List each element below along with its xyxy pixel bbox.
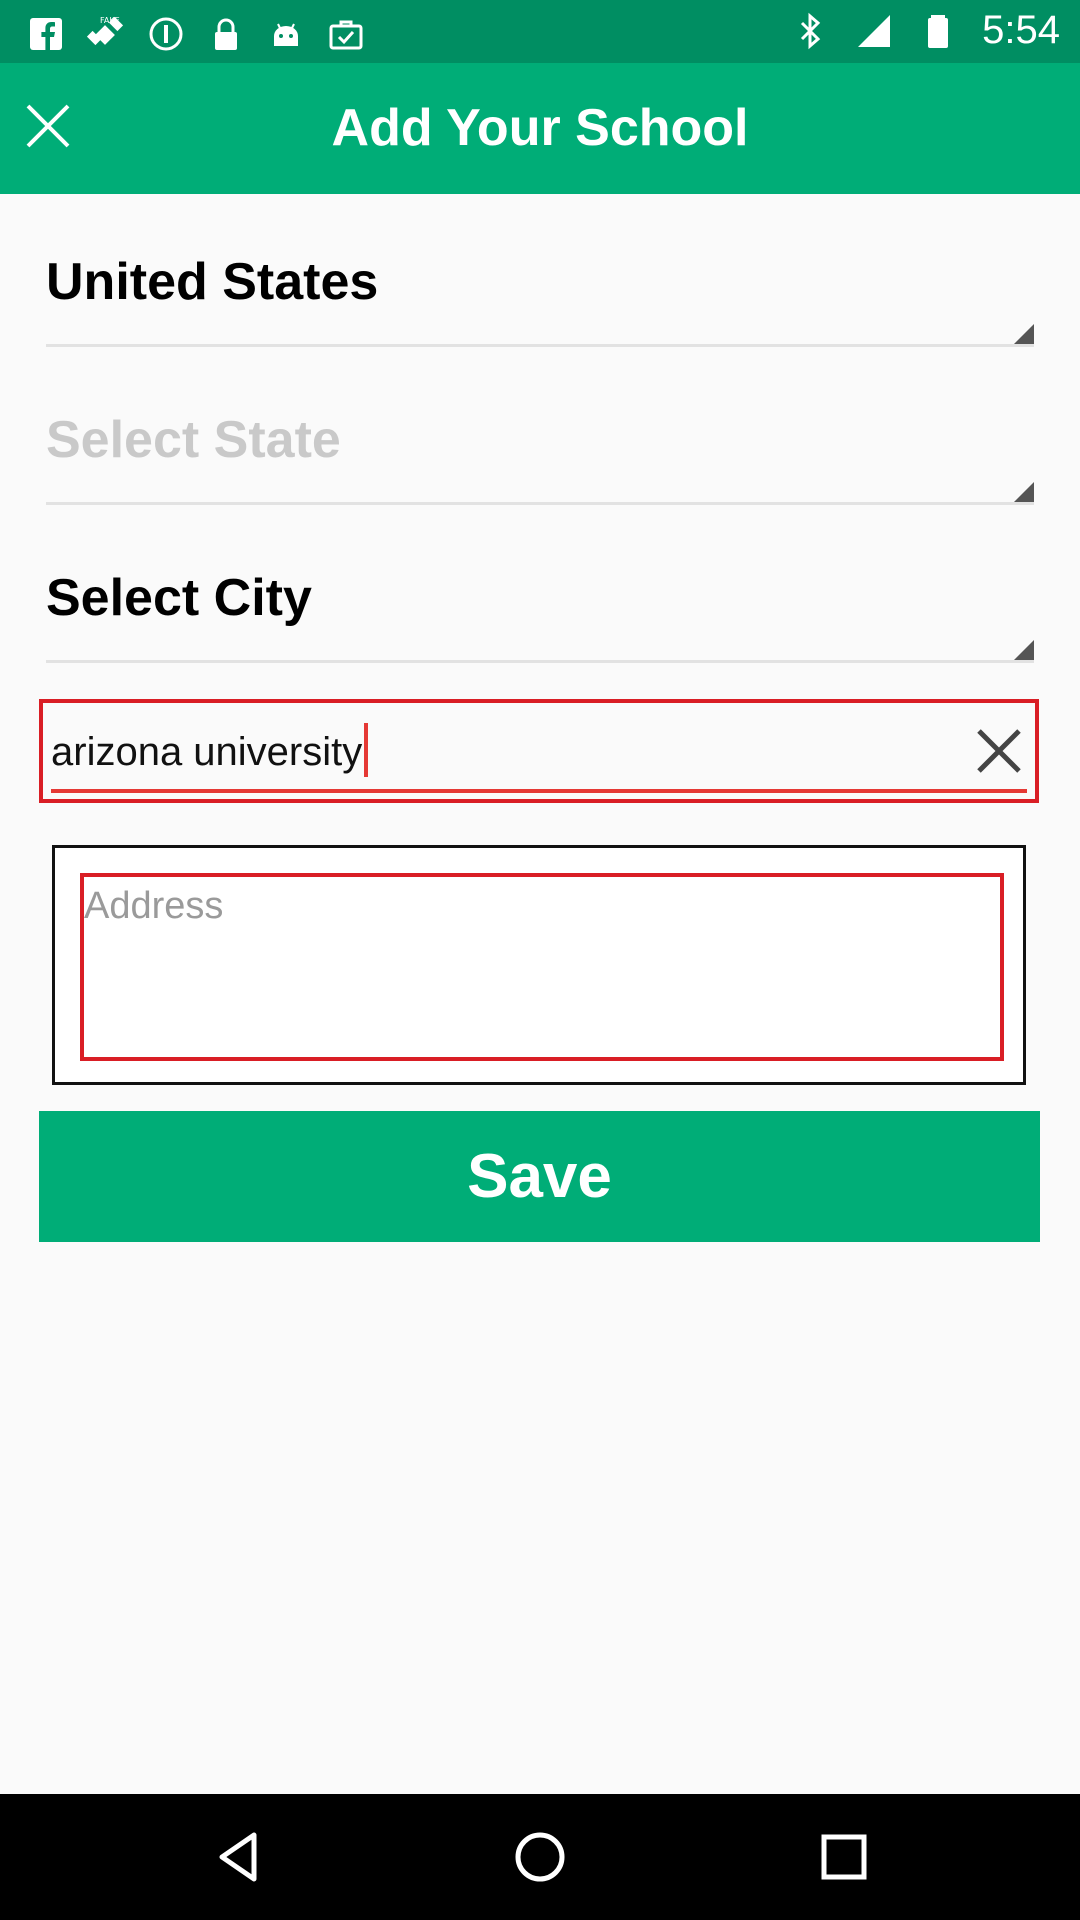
info-circle-icon	[146, 14, 186, 54]
city-spinner[interactable]: Select City	[46, 530, 1034, 663]
system-nav-bar	[0, 1794, 1080, 1920]
home-circle-icon	[515, 1832, 565, 1882]
app-bar: Add Your School	[0, 63, 1080, 194]
status-bar: FAKE 5:54	[0, 0, 1080, 63]
home-button[interactable]	[510, 1827, 570, 1887]
fake-gps-icon: FAKE	[86, 14, 126, 54]
country-spinner[interactable]: United States	[46, 214, 1034, 347]
school-name-value: arizona university	[51, 730, 363, 774]
address-box: Address	[52, 845, 1026, 1085]
page-title: Add Your School	[331, 99, 749, 157]
facebook-icon	[26, 14, 66, 54]
close-icon	[26, 104, 70, 148]
close-button[interactable]	[22, 100, 74, 152]
address-input[interactable]: Address	[80, 873, 1004, 1061]
address-placeholder: Address	[84, 885, 224, 927]
recents-square-icon	[821, 1834, 867, 1880]
city-value: Select City	[46, 569, 312, 627]
state-placeholder: Select State	[46, 411, 341, 469]
close-icon	[977, 729, 1021, 773]
bluetooth-icon	[790, 11, 830, 51]
input-underline	[51, 789, 1027, 793]
status-time: 5:54	[982, 8, 1060, 52]
android-icon	[266, 14, 306, 54]
lock-icon	[206, 14, 246, 54]
state-spinner[interactable]: Select State	[46, 372, 1034, 505]
recents-button[interactable]	[814, 1827, 874, 1887]
country-value: United States	[46, 253, 379, 311]
dropdown-arrow-icon	[1014, 640, 1034, 660]
svg-text:FAKE: FAKE	[100, 16, 120, 25]
back-triangle-icon	[219, 1832, 257, 1882]
school-search-field: arizona university	[39, 699, 1039, 803]
dropdown-arrow-icon	[1014, 324, 1034, 344]
signal-icon	[854, 11, 894, 51]
battery-icon	[918, 11, 958, 51]
back-button[interactable]	[210, 1827, 270, 1887]
clear-text-button[interactable]	[971, 723, 1027, 779]
save-button[interactable]: Save	[39, 1111, 1040, 1242]
dropdown-arrow-icon	[1014, 482, 1034, 502]
briefcase-check-icon	[326, 14, 366, 54]
school-name-input[interactable]: arizona university	[51, 723, 931, 777]
text-cursor	[364, 723, 369, 777]
